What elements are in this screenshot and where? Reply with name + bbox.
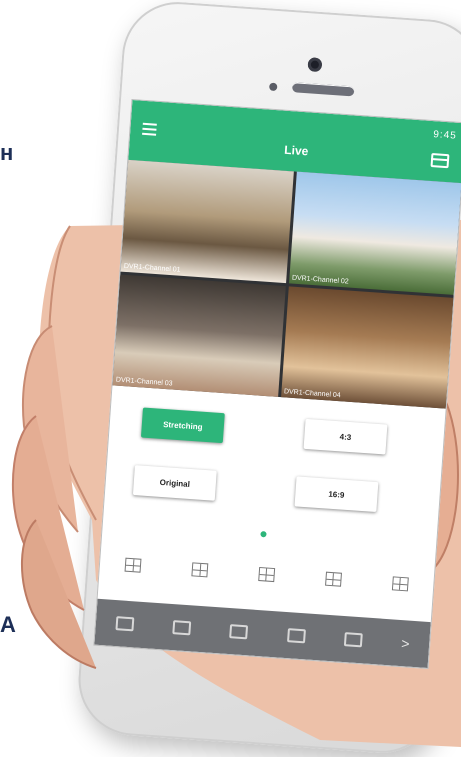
layout-selector <box>99 545 435 604</box>
front-camera <box>307 57 323 73</box>
phone-screen: 9:45 Live DVR1-Channel 01 DVR1-Channel 0… <box>93 98 461 670</box>
stretching-button[interactable]: Stretching <box>140 407 225 444</box>
grid-16-icon[interactable] <box>391 576 409 592</box>
page-indicator-dot <box>260 531 267 538</box>
status-bar-time: 9:45 <box>432 129 458 142</box>
cast-icon[interactable] <box>343 632 363 648</box>
device-list-icon[interactable] <box>430 153 450 169</box>
grid-6-icon[interactable] <box>191 562 209 578</box>
playback-icon[interactable] <box>286 628 306 644</box>
ratio-4-3-button[interactable]: 4:3 <box>303 418 388 455</box>
earpiece-speaker <box>291 82 355 97</box>
camera-label: DVR1-Channel 01 <box>123 262 181 274</box>
display-mode-panel: Stretching 4:3 Original 16:9 <box>103 395 445 548</box>
original-button[interactable]: Original <box>132 465 217 501</box>
camera-tile[interactable]: DVR1-Channel 03 <box>112 274 286 397</box>
ratio-16-9-button[interactable]: 16:9 <box>294 476 379 513</box>
edge-decoration-letter: н <box>0 140 14 165</box>
grid-4-icon[interactable] <box>124 557 142 573</box>
camera-tile[interactable]: DVR1-Channel 01 <box>120 159 294 283</box>
camera-grid: DVR1-Channel 01 DVR1-Channel 02 DVR1-Cha… <box>112 159 461 409</box>
grid-9-icon[interactable] <box>324 571 342 587</box>
camera-label: DVR1-Channel 02 <box>291 274 349 286</box>
camera-label: DVR1-Channel 03 <box>115 376 173 388</box>
ptz-icon[interactable] <box>229 624 249 640</box>
record-icon[interactable] <box>172 620 192 636</box>
camera-tile[interactable]: DVR1-Channel 04 <box>280 285 454 409</box>
grid-8-icon[interactable] <box>258 566 276 583</box>
proximity-sensor <box>268 82 278 92</box>
next-icon[interactable]: > <box>401 635 410 652</box>
camera-icon[interactable] <box>115 616 135 632</box>
camera-tile[interactable]: DVR1-Channel 02 <box>288 171 461 295</box>
camera-label: DVR1-Channel 04 <box>283 388 341 400</box>
